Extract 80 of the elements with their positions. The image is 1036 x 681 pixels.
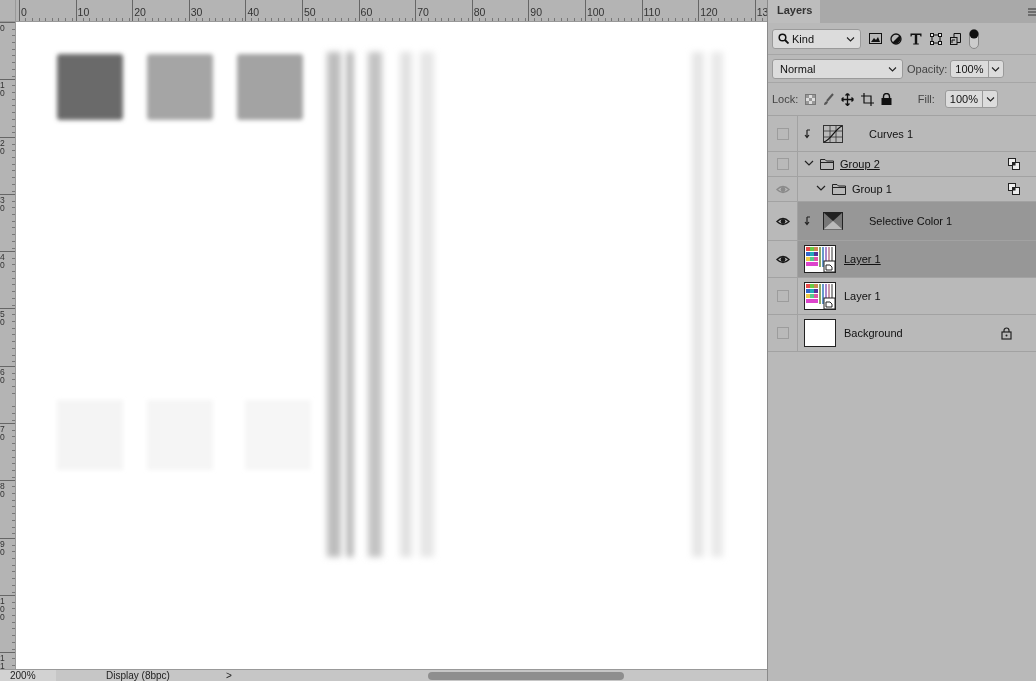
ruler-label: 40: [247, 6, 260, 18]
layer-row[interactable]: Group 2: [768, 152, 1036, 177]
scrollbar-thumb[interactable]: [428, 672, 624, 680]
eye-icon[interactable]: [775, 253, 790, 265]
caret-icon: [985, 96, 995, 102]
ruler-label: 70: [0, 424, 5, 442]
ruler-label: 120: [700, 6, 718, 18]
visibility-checkbox[interactable]: [776, 158, 789, 170]
lock-icon[interactable]: [881, 93, 893, 105]
half-circle-filter-icon[interactable]: [890, 32, 902, 45]
layer-row[interactable]: Layer 1: [768, 241, 1036, 278]
opacity-label: Opacity:: [907, 62, 948, 75]
shape-filter-icon[interactable]: [930, 32, 942, 45]
ruler-label: 50: [0, 309, 5, 327]
ruler-label: 0: [21, 6, 27, 18]
ruler-label: 80: [473, 6, 486, 18]
layer-row[interactable]: Background: [768, 315, 1036, 352]
crop-icon[interactable]: [861, 92, 875, 106]
layers-tab[interactable]: Layers: [768, 0, 820, 23]
ruler-label: 11: [0, 653, 5, 669]
ruler-label: 30: [190, 6, 203, 18]
layer-thumbnail: [804, 282, 836, 310]
ruler-label: 40: [0, 252, 5, 270]
ruler-label: 60: [0, 366, 5, 384]
ruler-label: 100: [0, 595, 5, 621]
layer-row[interactable]: Curves 1: [768, 116, 1036, 152]
filter-kind-dropdown[interactable]: Kind: [772, 28, 861, 49]
selective-color-adjustment-icon: [823, 212, 843, 230]
folder-icon: [820, 158, 834, 170]
layer-thumbnail: [804, 319, 836, 347]
fill-label: Fill:: [917, 93, 935, 105]
zoom-level[interactable]: 200%: [0, 670, 56, 681]
group-mask-icon: [1008, 183, 1020, 195]
blend-mode-dropdown[interactable]: Normal: [772, 58, 903, 79]
brush-icon[interactable]: [823, 93, 835, 105]
search-icon: [778, 33, 789, 44]
ruler-label: 30: [0, 194, 5, 212]
caret-icon: [888, 65, 897, 72]
lock-label: Lock:: [772, 93, 799, 105]
layer-name: Layer 1: [844, 253, 881, 265]
ruler-label: 10: [0, 80, 5, 98]
eye-icon[interactable]: [775, 215, 790, 227]
visibility-checkbox[interactable]: [776, 127, 789, 140]
lock-transparency-icon[interactable]: [805, 93, 817, 105]
ruler-label: 60: [360, 6, 373, 18]
smart-object-filter-icon[interactable]: [950, 32, 961, 45]
ruler-label: 20: [0, 137, 5, 155]
ruler-label: 10: [77, 6, 90, 18]
ruler-label: 50: [303, 6, 316, 18]
caret-icon: [991, 65, 1000, 72]
ruler-label: 110: [643, 6, 661, 18]
ruler-label: 20: [134, 6, 146, 18]
info-menu-arrow[interactable]: >: [226, 669, 256, 681]
ruler-label: 80: [0, 481, 5, 499]
layer-thumbnail: [804, 245, 836, 273]
filter-toggle-switch[interactable]: [969, 28, 979, 49]
move-arrows-icon[interactable]: [841, 92, 855, 106]
layer-row[interactable]: Selective Color 1: [768, 202, 1036, 241]
layer-row[interactable]: Group 1: [768, 177, 1036, 202]
layer-row[interactable]: Layer 1: [768, 278, 1036, 315]
curves-adjustment-icon: [823, 124, 843, 143]
type-filter-icon[interactable]: [910, 32, 922, 45]
document-info: Display (8bpc): [105, 669, 171, 681]
ruler-label: 100: [586, 6, 605, 18]
visibility-checkbox[interactable]: [776, 290, 789, 302]
visibility-checkbox[interactable]: [776, 327, 789, 339]
ruler-label: 70: [417, 6, 429, 18]
ruler-label: 90: [530, 6, 543, 18]
layer-name: Group 2: [840, 158, 880, 170]
caret-icon: [846, 35, 855, 42]
layer-name: Layer 1: [844, 290, 881, 302]
group-mask-icon: [1008, 158, 1020, 170]
folder-icon: [832, 183, 846, 195]
layer-name: Selective Color 1: [869, 215, 953, 227]
ruler-label: 0: [0, 23, 5, 32]
image-filter-icon[interactable]: [869, 33, 882, 44]
layer-name: Group 1: [852, 183, 892, 195]
layer-name: Curves 1: [869, 127, 914, 140]
ruler-label: 90: [0, 538, 5, 556]
layer-name: Background: [844, 327, 903, 339]
